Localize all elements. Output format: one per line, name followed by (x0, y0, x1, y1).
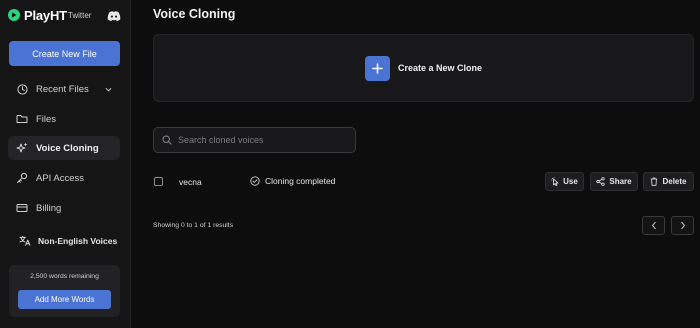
search-icon (162, 135, 172, 145)
share-label: Share (609, 177, 632, 186)
previous-page-button[interactable] (642, 216, 665, 235)
share-button[interactable]: Share (590, 172, 638, 191)
add-more-words-button[interactable]: Add More Words (18, 290, 111, 309)
sidebar-item-label: API Access (36, 172, 85, 184)
sidebar-item-label: Billing (36, 202, 62, 214)
delete-button[interactable]: Delete (643, 172, 694, 191)
chevron-left-icon (651, 221, 657, 230)
create-new-file-button[interactable]: Create New File (9, 41, 120, 66)
sidebar-item-billing[interactable]: Billing (8, 196, 120, 220)
key-icon (16, 172, 28, 184)
sparkles-icon (16, 142, 28, 154)
words-remaining-panel: 2,500 words remaining Add More Words (9, 265, 120, 317)
chevron-down-icon[interactable] (105, 84, 112, 95)
plus-icon[interactable] (365, 56, 390, 81)
status-text: Cloning completed (265, 176, 336, 186)
use-label: Use (563, 177, 578, 186)
clock-icon (16, 83, 28, 95)
chevron-right-icon (680, 221, 686, 230)
discord-icon[interactable] (107, 9, 121, 27)
create-clone-card[interactable]: Create a New Clone (153, 34, 694, 102)
share-icon (596, 177, 605, 186)
row-checkbox[interactable] (154, 177, 163, 186)
sidebar-item-files[interactable]: Files (8, 107, 120, 131)
trash-icon (650, 177, 658, 186)
translate-icon (19, 235, 31, 247)
search-input[interactable] (178, 135, 348, 145)
folder-icon (16, 113, 28, 125)
sidebar: PlayHT Twitter Create New File Recent Fi… (0, 0, 131, 328)
sidebar-item-non-english-voices[interactable]: Non-English Voices (8, 229, 120, 253)
page-title: Voice Cloning (153, 7, 236, 21)
voice-name: vecna (179, 177, 202, 187)
status-badge: Cloning completed (250, 176, 335, 186)
sidebar-item-label: Recent Files (36, 83, 89, 95)
brand[interactable]: PlayHT Twitter (8, 6, 91, 24)
sidebar-item-voice-cloning[interactable]: Voice Cloning (8, 136, 120, 160)
brand-name: PlayHT (24, 7, 67, 23)
words-remaining-text: 2,500 words remaining (30, 273, 99, 280)
use-button[interactable]: Use (545, 172, 584, 191)
search-field[interactable] (153, 127, 356, 153)
sidebar-item-recent-files[interactable]: Recent Files (8, 77, 120, 101)
sidebar-item-api-access[interactable]: API Access (8, 166, 120, 190)
sidebar-item-label: Non-English Voices (38, 236, 118, 246)
play-logo-icon (8, 9, 20, 21)
check-circle-icon (250, 176, 260, 186)
sidebar-item-label: Voice Cloning (36, 142, 99, 154)
next-page-button[interactable] (671, 216, 694, 235)
twitter-link[interactable]: Twitter (68, 11, 92, 20)
delete-label: Delete (662, 177, 687, 186)
credit-card-icon (16, 202, 28, 214)
results-count: Showing 0 to 1 of 1 results (153, 222, 234, 229)
create-clone-label[interactable]: Create a New Clone (398, 63, 482, 73)
sidebar-item-label: Files (36, 113, 57, 125)
cursor-click-icon (551, 177, 559, 186)
